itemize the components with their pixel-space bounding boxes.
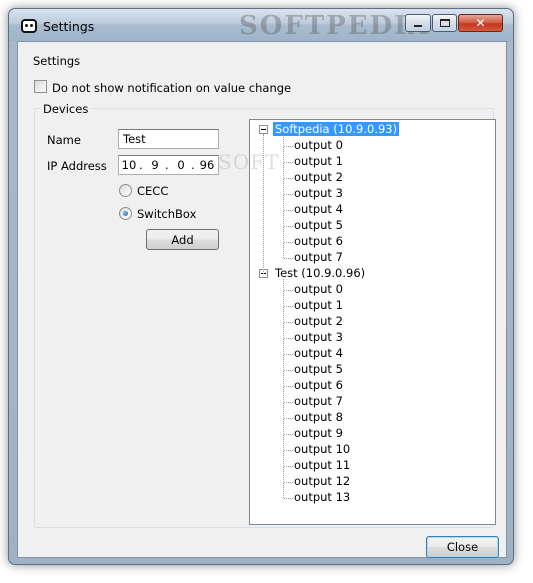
- tree-output-node[interactable]: output 0: [294, 282, 343, 296]
- title-bar[interactable]: SOFTPEDIA Settings ✕: [9, 9, 513, 41]
- app-face-icon[interactable]: [21, 19, 37, 33]
- radio-switchbox-label[interactable]: SwitchBox: [137, 207, 196, 221]
- ip-address-input[interactable]: 10 . 9 . 0 . 96: [118, 155, 219, 175]
- ip-octet-3[interactable]: 0: [171, 158, 191, 172]
- tree-watermark: SOFT: [218, 150, 280, 174]
- tree-connector: [283, 135, 284, 258]
- tree-output-node[interactable]: output 0: [294, 138, 343, 152]
- name-input[interactable]: Test: [118, 129, 219, 149]
- radio-switchbox[interactable]: [119, 207, 132, 220]
- tree-output-node[interactable]: output 13: [294, 490, 350, 504]
- tree-output-node[interactable]: output 10: [294, 442, 350, 456]
- tree-connector: [284, 386, 293, 387]
- maximize-icon: [439, 19, 450, 27]
- close-icon: ✕: [475, 16, 486, 30]
- tree-output-node[interactable]: output 4: [294, 346, 343, 360]
- tree-output-node[interactable]: output 3: [294, 330, 343, 344]
- tree-output-node[interactable]: output 3: [294, 186, 343, 200]
- radio-cecc[interactable]: [119, 184, 132, 197]
- tree-connector: [284, 434, 293, 435]
- tree-output-node[interactable]: output 4: [294, 202, 343, 216]
- tree-connector: [284, 226, 293, 227]
- title-watermark: SOFTPEDIA: [239, 11, 431, 41]
- tree-connector: [284, 210, 293, 211]
- devices-tree[interactable]: Softpedia (10.9.0.93) output 0 output 1 out…: [249, 119, 496, 525]
- tree-connector: [284, 162, 293, 163]
- ip-octet-1[interactable]: 10: [119, 158, 139, 172]
- tree-output-node[interactable]: output 7: [294, 394, 343, 408]
- notify-checkbox-label[interactable]: Do not show notification on value change: [52, 81, 291, 95]
- tree-output-node[interactable]: output 9: [294, 426, 343, 440]
- tree-output-node[interactable]: output 7: [294, 250, 343, 264]
- close-button[interactable]: Close: [426, 536, 499, 558]
- tree-output-node[interactable]: output 5: [294, 362, 343, 376]
- tree-output-node[interactable]: output 1: [294, 154, 343, 168]
- tree-connector: [284, 322, 293, 323]
- tree-connector: [284, 242, 293, 243]
- tree-device-node[interactable]: Softpedia (10.9.0.93): [273, 122, 400, 136]
- minimize-button[interactable]: [405, 14, 431, 32]
- tree-connector: [283, 279, 284, 498]
- tree-connector: [284, 402, 293, 403]
- ip-dot: .: [165, 158, 169, 172]
- tree-output-node[interactable]: output 5: [294, 218, 343, 232]
- tree-connector: [284, 290, 293, 291]
- tree-connector: [284, 258, 293, 259]
- tree-connector: [284, 466, 293, 467]
- name-label: Name: [47, 133, 81, 147]
- tree-output-node[interactable]: output 2: [294, 170, 343, 184]
- tree-connector: [284, 194, 293, 195]
- tree-connector: [284, 306, 293, 307]
- add-button[interactable]: Add: [146, 229, 219, 250]
- tree-connector: [284, 178, 293, 179]
- maximize-button[interactable]: [432, 14, 457, 32]
- tree-output-node[interactable]: output 6: [294, 378, 343, 392]
- ip-dot: .: [191, 158, 195, 172]
- radio-cecc-label[interactable]: CECC: [137, 184, 168, 198]
- name-input-value: Test: [123, 132, 146, 146]
- collapse-toggle-icon[interactable]: [259, 125, 268, 134]
- tree-output-node[interactable]: output 8: [294, 410, 343, 424]
- tree-connector: [284, 450, 293, 451]
- tree-connector: [284, 418, 293, 419]
- tree-connector: [284, 498, 293, 499]
- ip-octet-2[interactable]: 9: [145, 158, 165, 172]
- tree-connector: [284, 338, 293, 339]
- tree-connector: [284, 482, 293, 483]
- close-window-button[interactable]: ✕: [458, 14, 503, 32]
- minimize-icon: [414, 25, 422, 27]
- tree-device-node[interactable]: Test (10.9.0.96): [275, 266, 365, 280]
- dialog-client-area: Settings Do not show notification on val…: [17, 41, 507, 558]
- tree-output-node[interactable]: output 2: [294, 314, 343, 328]
- settings-heading: Settings: [33, 54, 81, 68]
- ip-dot: .: [139, 158, 143, 172]
- tree-output-node[interactable]: output 12: [294, 474, 350, 488]
- notify-checkbox[interactable]: [34, 80, 47, 93]
- ip-address-label: IP Address: [47, 159, 107, 173]
- tree-connector: [284, 146, 293, 147]
- tree-output-node[interactable]: output 11: [294, 458, 350, 472]
- window-title: Settings: [43, 19, 95, 34]
- tree-connector: [284, 370, 293, 371]
- tree-output-node[interactable]: output 1: [294, 298, 343, 312]
- ip-octet-4[interactable]: 96: [197, 158, 217, 172]
- settings-window: SOFTPEDIA Settings ✕ Settings Do not sho…: [8, 8, 514, 565]
- tree-connector: [284, 354, 293, 355]
- devices-group-title: Devices: [40, 102, 92, 116]
- tree-output-node[interactable]: output 6: [294, 234, 343, 248]
